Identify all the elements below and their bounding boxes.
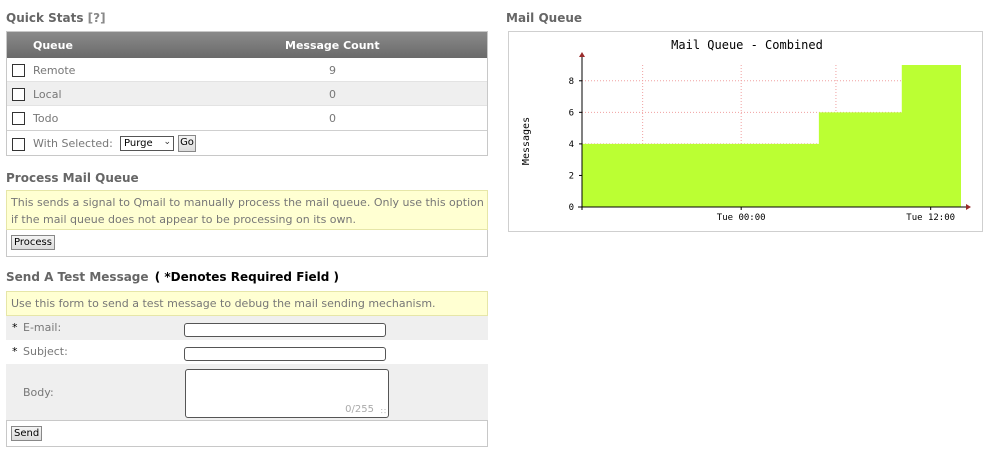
quick-stats-header-row: Queue Message Count <box>7 32 487 58</box>
body-row: Body: 0/255 ∷ <box>6 364 488 420</box>
test-message-form: * E-mail: * Subject: Body: 0/255 ∷ Send <box>6 316 488 447</box>
select-all-checkbox[interactable] <box>12 138 25 151</box>
chart-x-axis-arrow <box>966 204 971 210</box>
chart-y-tick-label: 4 <box>569 140 574 150</box>
process-button-panel: Process <box>6 230 488 257</box>
queue-row-todo: Todo 0 <box>7 106 487 130</box>
chart-area-series <box>582 65 961 207</box>
chart-y-tick-label: 6 <box>569 108 574 118</box>
action-select[interactable]: Purge ⌄ <box>120 136 174 151</box>
mail-queue-title: Mail Queue <box>506 11 583 25</box>
chart-title: Mail Queue - Combined <box>671 38 823 52</box>
email-field[interactable] <box>184 323 386 337</box>
chart-y-tick-label: 0 <box>569 203 574 213</box>
body-label: Body: <box>23 386 54 399</box>
queue-checkbox-remote[interactable] <box>12 64 25 77</box>
queue-checkbox-todo[interactable] <box>12 112 25 125</box>
test-message-title-text: Send A Test Message <box>6 270 149 284</box>
column-header-queue: Queue <box>33 39 73 52</box>
queue-name: Todo <box>33 112 59 125</box>
email-row: * E-mail: <box>6 316 488 340</box>
queue-row-local: Local 0 <box>7 82 487 106</box>
quick-stats-help-link[interactable]: [?] <box>88 11 106 25</box>
chart-x-tick-label: Tue 00:00 <box>717 213 766 223</box>
chevron-down-icon: ⌄ <box>163 137 171 147</box>
email-label: E-mail: <box>23 321 62 334</box>
chart-y-axis-label: Messages <box>521 117 532 165</box>
quick-stats-table: Queue Message Count Remote 9 Local 0 Tod… <box>6 31 488 156</box>
subject-row: * Subject: <box>6 340 488 364</box>
chart-y-axis-arrow <box>579 52 585 57</box>
queue-name: Local <box>33 88 62 101</box>
mail-queue-chart: Mail Queue - Combined Messages 0 2 4 6 8 Tue… <box>508 31 983 232</box>
column-header-message-count: Message Count <box>285 39 380 52</box>
queue-count: 0 <box>329 88 336 101</box>
queue-count: 9 <box>329 64 336 77</box>
action-select-value: Purge <box>124 138 153 149</box>
go-button[interactable]: Go <box>178 135 196 152</box>
quick-stats-title: Quick Stats [?] <box>6 11 106 25</box>
send-button[interactable]: Send <box>11 426 43 441</box>
chart-series-layer <box>582 65 961 207</box>
mail-queue-chart-svg: Mail Queue - Combined Messages 0 2 4 6 8 Tue… <box>521 38 971 223</box>
resize-handle-icon[interactable]: ∷ <box>381 407 386 416</box>
chart-y-ticks: 0 2 4 6 8 <box>569 77 582 213</box>
required-marker: * <box>12 345 18 358</box>
chart-y-tick-label: 8 <box>569 77 574 87</box>
send-button-panel: Send <box>6 420 488 447</box>
queue-checkbox-local[interactable] <box>12 88 25 101</box>
subject-field[interactable] <box>184 347 386 361</box>
required-field-note: ( *Denotes Required Field ) <box>154 270 340 284</box>
chart-y-tick-label: 2 <box>569 171 574 181</box>
with-selected-row: With Selected: Purge ⌄ Go <box>7 130 487 155</box>
quick-stats-title-text: Quick Stats <box>6 11 84 25</box>
queue-count: 0 <box>329 112 336 125</box>
subject-label: Subject: <box>23 345 68 358</box>
process-button[interactable]: Process <box>11 235 55 250</box>
body-char-counter: 0/255 <box>345 404 374 415</box>
test-message-title: Send A Test Message ( *Denotes Required … <box>6 270 339 284</box>
test-message-notice: Use this form to send a test message to … <box>6 291 488 316</box>
chart-x-ticks: Tue 00:00 Tue 12:00 <box>717 207 955 223</box>
queue-row-remote: Remote 9 <box>7 58 487 82</box>
process-mail-queue-title: Process Mail Queue <box>6 171 139 185</box>
required-marker: * <box>12 321 18 334</box>
queue-name: Remote <box>33 64 76 77</box>
chart-x-tick-label: Tue 12:00 <box>906 213 955 223</box>
with-selected-label: With Selected: <box>33 137 113 150</box>
process-notice: This sends a signal to Qmail to manually… <box>6 190 488 230</box>
body-textarea[interactable]: 0/255 ∷ <box>185 369 389 418</box>
